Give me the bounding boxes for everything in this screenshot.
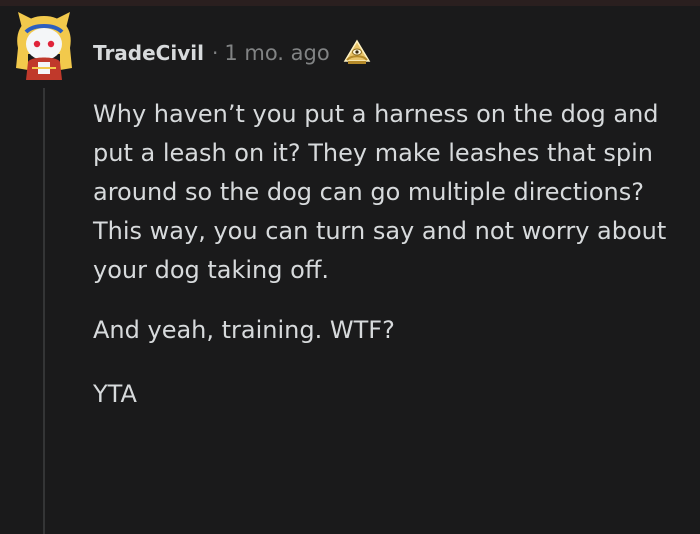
separator-dot: · — [211, 41, 219, 65]
timestamp[interactable]: 1 mo. ago — [224, 41, 329, 65]
award-icon[interactable] — [342, 38, 372, 68]
comment: TradeCivil · 1 mo. ago Why haven’t you p… — [0, 0, 700, 534]
comment-body: Why haven’t you put a harness on the dog… — [93, 95, 693, 439]
comment-paragraph: And yeah, training. WTF? — [93, 316, 395, 344]
username[interactable]: TradeCivil — [93, 41, 204, 65]
comment-paragraph: Why haven’t you put a harness on the dog… — [93, 100, 667, 284]
avatar[interactable] — [10, 10, 78, 82]
comment-header: TradeCivil · 1 mo. ago — [93, 36, 372, 70]
thread-line[interactable] — [43, 88, 45, 534]
comment-paragraph: YTA — [93, 380, 137, 408]
